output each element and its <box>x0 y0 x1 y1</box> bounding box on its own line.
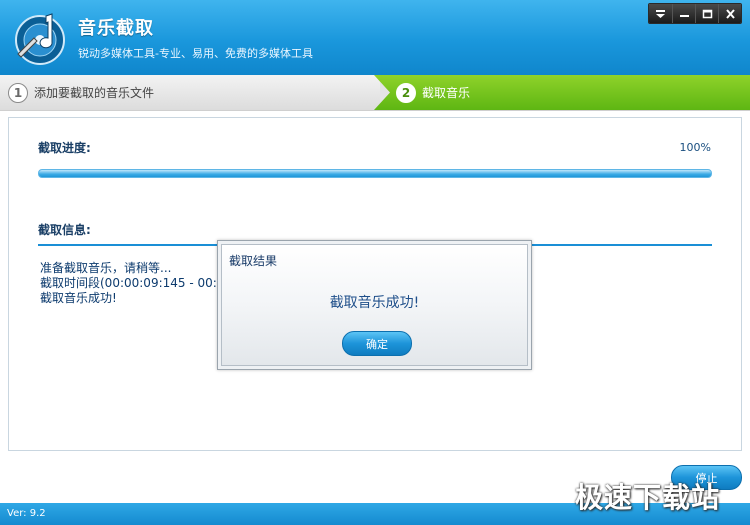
info-log: 准备截取音乐，请稍等... 截取时间段(00:00:09:145 - 00:00… <box>40 261 244 306</box>
step-number: 1 <box>8 82 28 103</box>
log-line: 准备截取音乐，请稍等... <box>40 261 172 275</box>
dialog-title: 截取结果 <box>229 254 278 268</box>
watermark: 极速下载站 <box>575 481 721 514</box>
dialog-message: 截取音乐成功! <box>329 295 420 311</box>
version-label: Ver: 9.2 <box>7 508 46 519</box>
steps-bar: 1 添加要截取的音乐文件 2 截取音乐 <box>0 75 750 111</box>
progress-label: 截取进度: <box>38 141 91 155</box>
step-extract-music[interactable]: 2 截取音乐 <box>374 75 750 110</box>
app-title: 音乐截取 <box>78 18 154 39</box>
step-add-file[interactable]: 1 添加要截取的音乐文件 <box>0 75 380 110</box>
info-label: 截取信息: <box>38 223 91 237</box>
result-dialog: 截取结果 截取音乐成功! 确定 <box>217 240 532 370</box>
dialog-body: 截取结果 截取音乐成功! 确定 <box>221 244 528 366</box>
minimize-icon[interactable] <box>672 4 695 23</box>
step-label: 添加要截取的音乐文件 <box>34 86 155 100</box>
music-note-logo-icon <box>15 13 65 65</box>
close-icon[interactable] <box>718 4 741 23</box>
progress-percent: 100% <box>679 141 711 154</box>
maximize-icon[interactable] <box>695 4 718 23</box>
progress-bar <box>38 169 712 178</box>
ok-button[interactable]: 确定 <box>342 331 412 356</box>
step-number: 2 <box>396 82 416 103</box>
window-controls <box>648 3 742 24</box>
title-bar: 音乐截取 锐动多媒体工具-专业、易用、免费的多媒体工具 <box>0 0 750 75</box>
menu-icon[interactable] <box>649 4 672 23</box>
app-subtitle: 锐动多媒体工具-专业、易用、免费的多媒体工具 <box>78 47 313 60</box>
log-line: 截取音乐成功! <box>40 291 117 305</box>
log-line: 截取时间段(00:00:09:145 - 00:00:1 <box>40 276 244 290</box>
step-label: 截取音乐 <box>422 86 471 100</box>
